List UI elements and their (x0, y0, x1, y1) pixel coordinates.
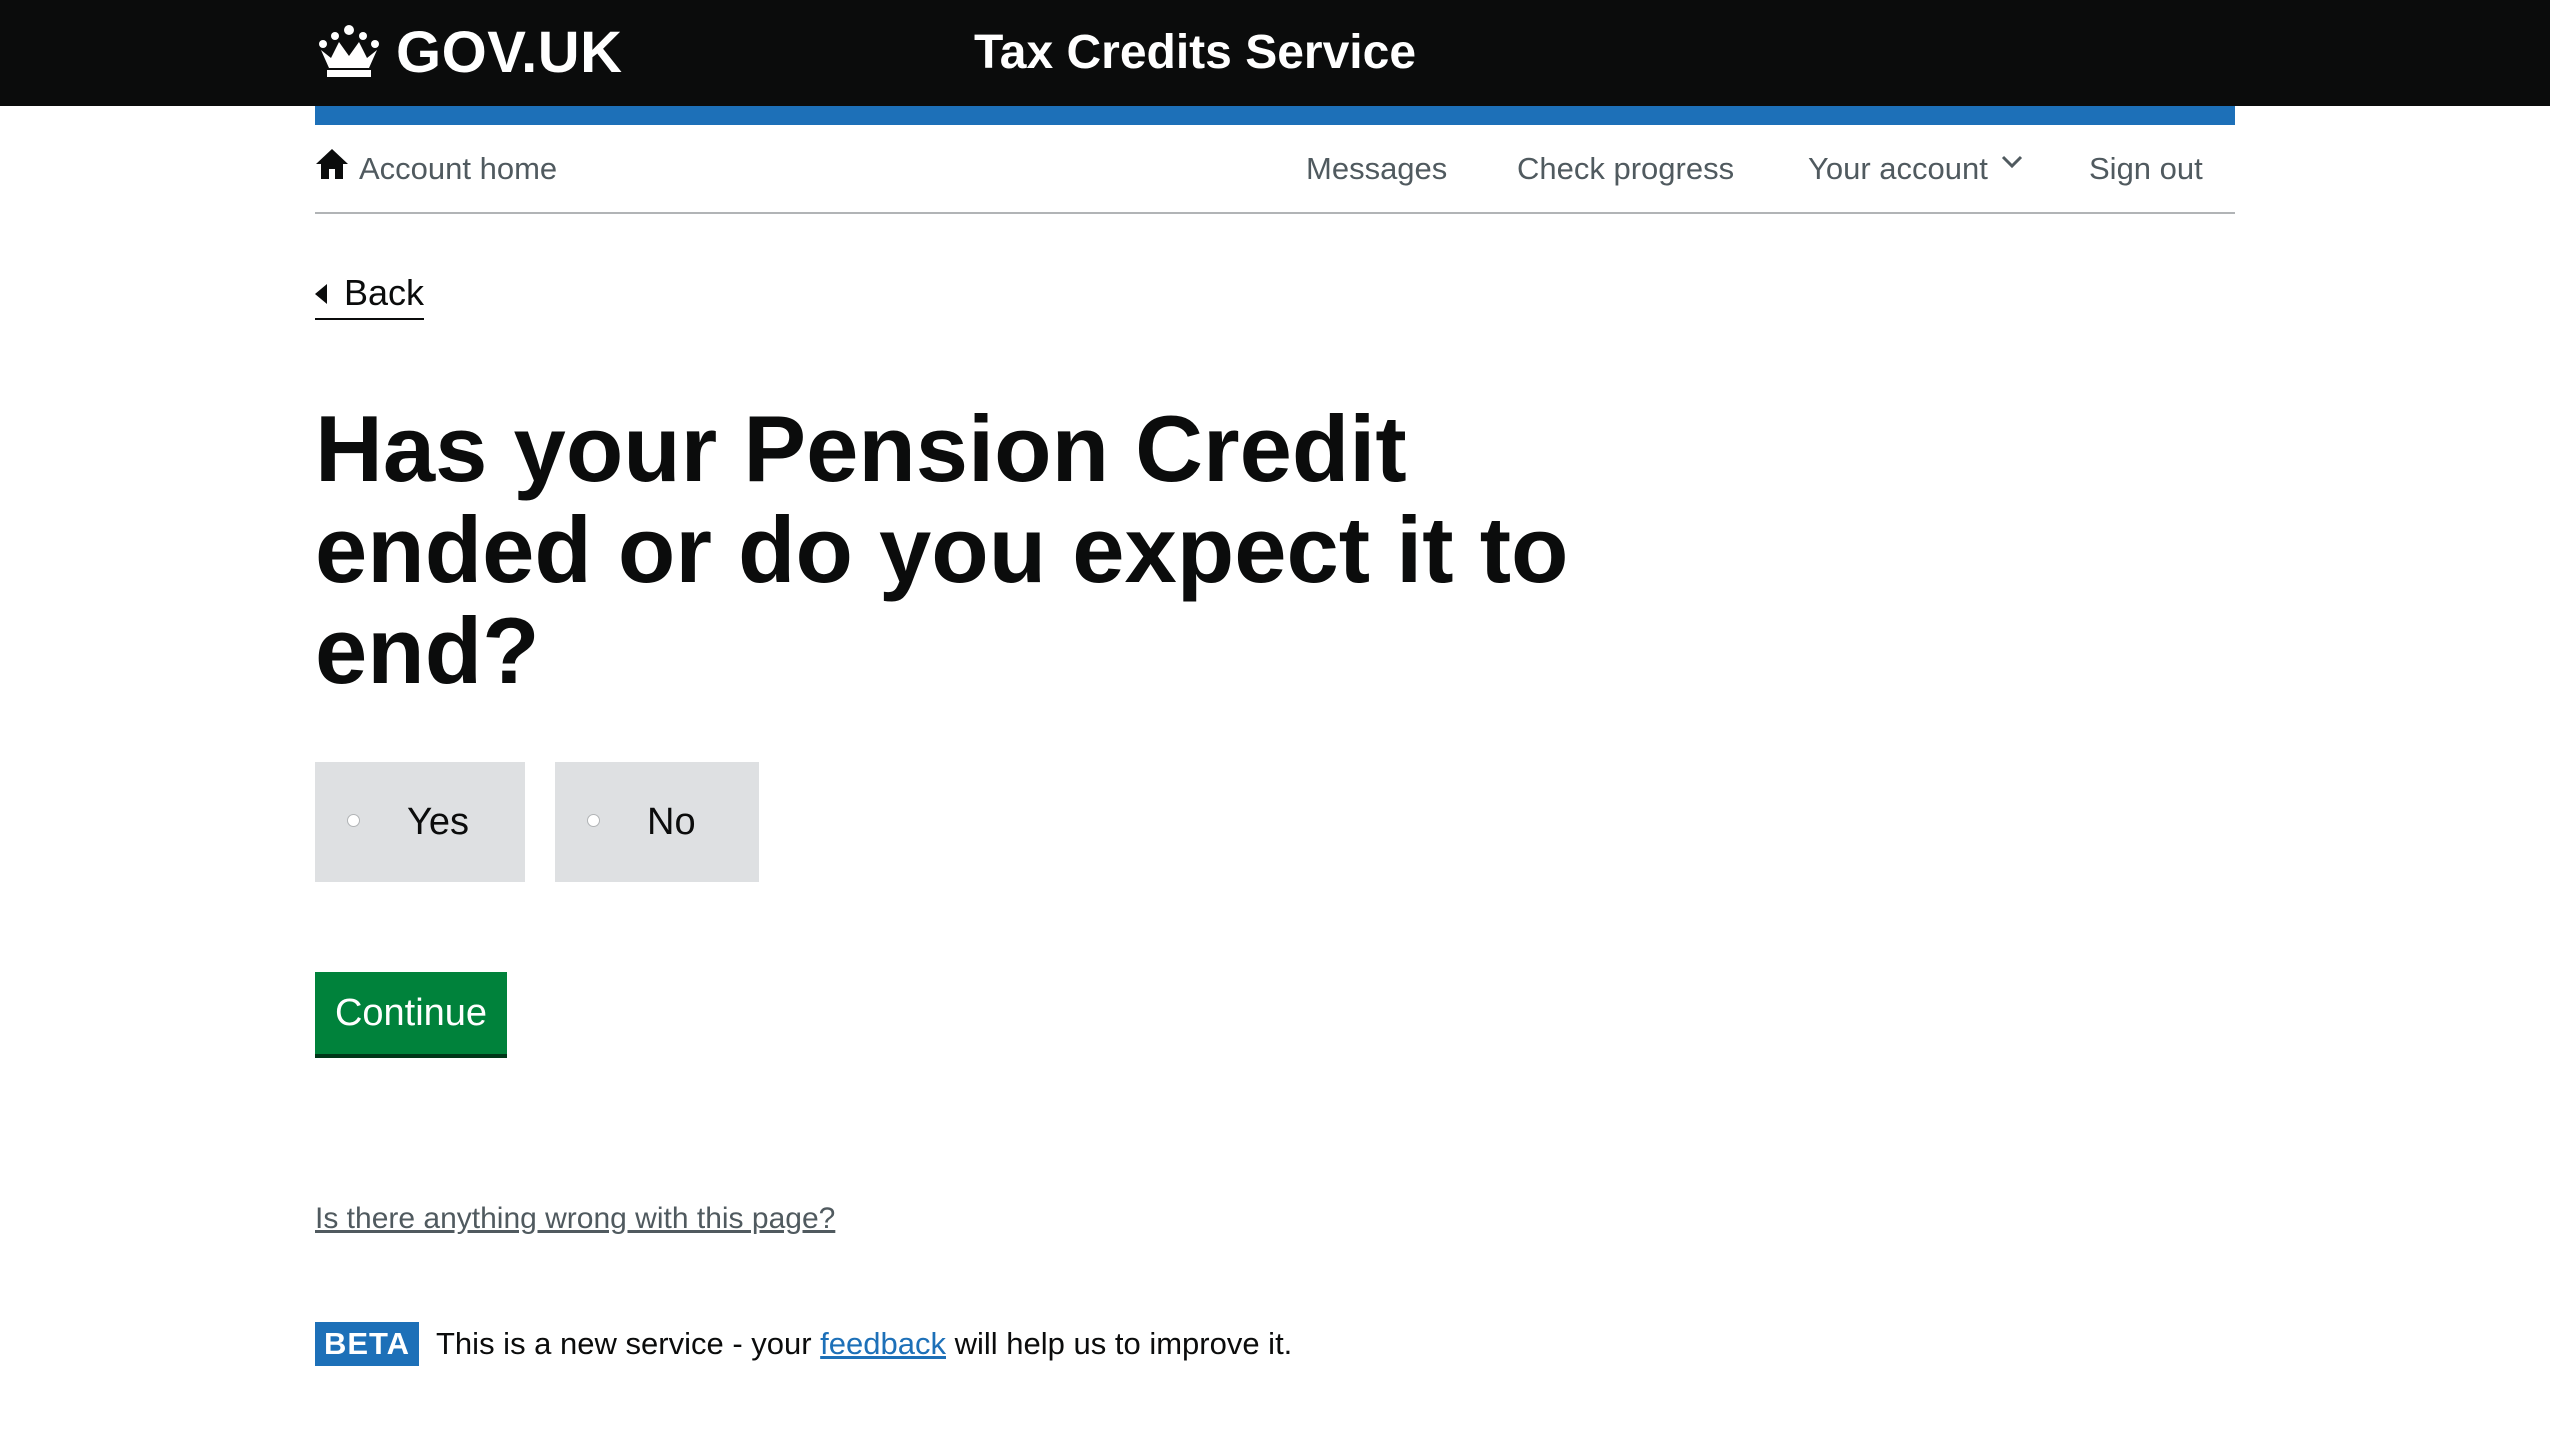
service-name-link[interactable]: Tax Credits Service (974, 22, 1416, 84)
continue-button[interactable]: Continue (315, 972, 507, 1054)
radio-yes[interactable]: Yes (315, 762, 525, 882)
govuk-logo-link[interactable]: GOV.UK (396, 18, 622, 88)
report-problem-link[interactable]: Is there anything wrong with this page? (315, 1196, 835, 1242)
home-icon[interactable] (315, 147, 349, 181)
nav-messages[interactable]: Messages (1306, 125, 1447, 212)
radio-button-no[interactable] (587, 814, 600, 827)
radio-no[interactable]: No (555, 762, 759, 882)
radio-label-no[interactable]: No (647, 794, 696, 850)
beta-tag: BETA (315, 1322, 419, 1366)
nav-account-home[interactable]: Account home (359, 125, 557, 212)
back-link[interactable]: Back (315, 268, 425, 320)
beta-text-after: will help us to improve it. (946, 1326, 1293, 1361)
nav-your-account[interactable]: Your account (1808, 125, 1988, 212)
back-label: Back (344, 272, 425, 313)
feedback-link[interactable]: feedback (820, 1326, 946, 1361)
beta-banner-text: This is a new service - your feedback wi… (436, 1320, 1292, 1368)
nav-check-progress[interactable]: Check progress (1517, 125, 1734, 212)
page-question: Has your Pension Credit ended or do you … (315, 396, 1569, 703)
radio-button-yes[interactable] (347, 814, 360, 827)
back-arrow-icon (315, 284, 327, 304)
nav-sign-out[interactable]: Sign out (2089, 125, 2203, 212)
header-accent-bar (315, 106, 2235, 125)
global-header: GOV.UK Tax Credits Service (0, 0, 2550, 106)
chevron-down-icon[interactable] (2001, 155, 2023, 169)
crown-icon (319, 25, 379, 77)
account-navigation: Account home Messages Check progress You… (315, 125, 2235, 214)
beta-text-before: This is a new service - your (436, 1326, 821, 1361)
radio-label-yes[interactable]: Yes (407, 794, 469, 850)
